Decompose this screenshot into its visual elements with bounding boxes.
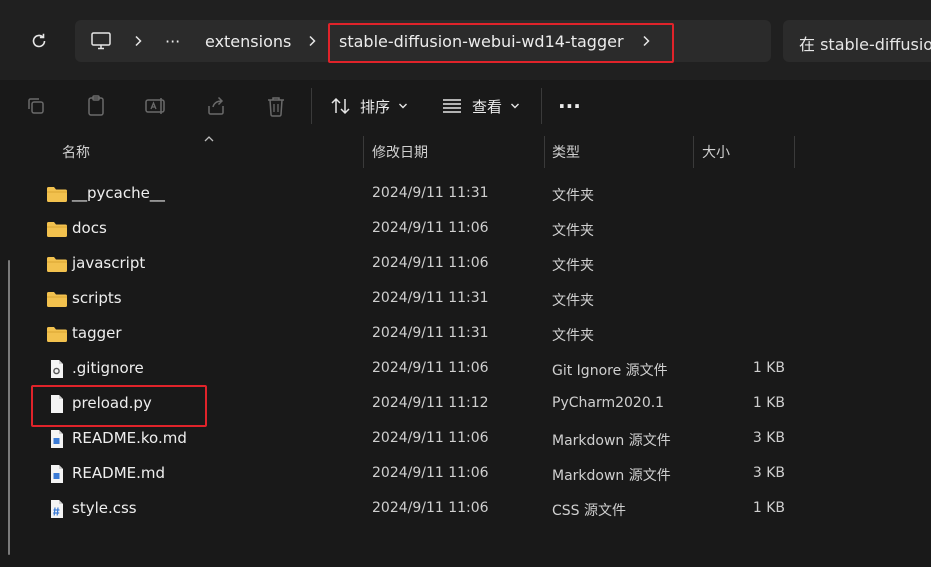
- file-row[interactable]: javascript 2024/9/11 11:06 文件夹: [0, 246, 931, 281]
- copy-icon: [28, 98, 44, 114]
- markdown-file-icon: [51, 465, 63, 483]
- file-row[interactable]: README.md 2024/9/11 11:06 Markdown 源文件 3…: [0, 456, 931, 491]
- sort-ascending-indicator-icon: [204, 136, 214, 142]
- file-row[interactable]: scripts 2024/9/11 11:31 文件夹: [0, 281, 931, 316]
- search-input[interactable]: 在 stable-diffusion-webui-wd14-tagger 中搜索: [783, 20, 931, 62]
- file-name: docs: [72, 219, 107, 237]
- rename-button[interactable]: [144, 94, 168, 118]
- view-button[interactable]: 查看: [442, 92, 520, 120]
- chevron-down-icon: [511, 103, 520, 109]
- command-bar: 排序 查看 ···: [0, 80, 931, 132]
- file-modified: 2024/9/11 11:06: [372, 430, 489, 446]
- breadcrumb-overflow[interactable]: ···: [165, 20, 180, 62]
- column-divider[interactable]: [693, 136, 694, 168]
- file-row[interactable]: docs 2024/9/11 11:06 文件夹: [0, 211, 931, 246]
- column-header-type[interactable]: 类型: [552, 134, 580, 170]
- file-type: 文件夹: [552, 328, 594, 344]
- file-name: README.md: [72, 464, 166, 482]
- file-size: 3 KB: [752, 465, 785, 481]
- file-modified: 2024/9/11 11:31: [372, 290, 489, 306]
- refresh-icon: [32, 33, 46, 48]
- file-modified: 2024/9/11 11:31: [372, 325, 489, 341]
- css-file-icon: [51, 500, 63, 518]
- search-placeholder: 在 stable-diffusion-webui-wd14-tagger 中搜索: [799, 35, 931, 54]
- file-type: CSS 源文件: [552, 503, 626, 519]
- file-size: 1 KB: [752, 395, 785, 411]
- column-header-size[interactable]: 大小: [702, 134, 730, 170]
- markdown-file-icon: [51, 430, 63, 448]
- chevron-right-icon: [307, 20, 317, 62]
- file-highlight-box: [31, 385, 207, 427]
- sort-icon: [331, 97, 350, 115]
- column-divider[interactable]: [794, 136, 795, 168]
- file-row[interactable]: .gitignore 2024/9/11 11:06 Git Ignore 源文…: [0, 351, 931, 386]
- delete-button[interactable]: [264, 94, 288, 118]
- toolbar-divider: [311, 88, 312, 124]
- file-name: style.css: [72, 499, 137, 517]
- file-row[interactable]: style.css 2024/9/11 11:06 CSS 源文件 1 KB: [0, 491, 931, 526]
- file-name: tagger: [72, 324, 122, 342]
- sort-button[interactable]: 排序: [330, 92, 408, 120]
- file-size: 1 KB: [752, 360, 785, 376]
- file-modified: 2024/9/11 11:06: [372, 220, 489, 236]
- file-name: javascript: [72, 254, 146, 272]
- file-row[interactable]: tagger 2024/9/11 11:31 文件夹: [0, 316, 931, 351]
- chevron-right-icon: [133, 20, 143, 62]
- file-modified: 2024/9/11 11:12: [372, 395, 489, 411]
- more-options-button[interactable]: ···: [558, 92, 581, 120]
- copy-button[interactable]: [24, 94, 48, 118]
- address-bar: ··· extensions stable-diffusion-webui-wd…: [0, 0, 931, 80]
- sort-label: 排序: [360, 97, 391, 116]
- share-button[interactable]: [204, 94, 228, 118]
- file-type: 文件夹: [552, 188, 594, 204]
- column-header-name[interactable]: 名称: [62, 134, 90, 170]
- file-row[interactable]: __pycache__ 2024/9/11 11:31 文件夹: [0, 176, 931, 211]
- file-type: 文件夹: [552, 293, 594, 309]
- folder-icon: [47, 327, 67, 342]
- file-type: 文件夹: [552, 258, 594, 274]
- paste-button[interactable]: [84, 94, 108, 118]
- refresh-button[interactable]: [22, 26, 56, 56]
- column-header-modified[interactable]: 修改日期: [372, 134, 428, 170]
- gitignore-file-icon: [51, 360, 63, 378]
- file-size: 3 KB: [752, 430, 785, 446]
- file-name: __pycache__: [72, 184, 165, 202]
- this-pc-crumb[interactable]: [91, 20, 111, 62]
- folder-icon: [47, 257, 67, 272]
- breadcrumb-extensions[interactable]: extensions: [205, 20, 291, 62]
- folder-icon: [47, 292, 67, 307]
- rename-icon: [145, 98, 165, 114]
- file-name: .gitignore: [72, 359, 144, 377]
- file-type: Git Ignore 源文件: [552, 363, 668, 379]
- share-icon: [208, 96, 224, 115]
- view-list-icon: [443, 99, 461, 113]
- trash-icon: [268, 97, 284, 117]
- chevron-down-icon: [399, 103, 408, 109]
- view-label: 查看: [472, 97, 503, 116]
- column-header-row: 名称 修改日期 类型 大小: [0, 134, 931, 170]
- file-modified: 2024/9/11 11:06: [372, 255, 489, 271]
- column-divider[interactable]: [544, 136, 545, 168]
- file-modified: 2024/9/11 11:31: [372, 185, 489, 201]
- monitor-icon: [91, 32, 111, 50]
- file-size: 1 KB: [752, 500, 785, 516]
- file-name: README.ko.md: [72, 429, 187, 447]
- clipboard-icon: [88, 95, 104, 116]
- column-divider[interactable]: [363, 136, 364, 168]
- file-type: Markdown 源文件: [552, 468, 671, 484]
- file-modified: 2024/9/11 11:06: [372, 500, 489, 516]
- file-type: Markdown 源文件: [552, 433, 671, 449]
- folder-icon: [47, 187, 67, 202]
- file-name: scripts: [72, 289, 122, 307]
- file-modified: 2024/9/11 11:06: [372, 360, 489, 376]
- file-type: 文件夹: [552, 223, 594, 239]
- breadcrumb-highlight-box: [328, 23, 674, 63]
- folder-icon: [47, 222, 67, 237]
- toolbar-divider: [541, 88, 542, 124]
- file-type: PyCharm2020.1: [552, 395, 665, 411]
- file-modified: 2024/9/11 11:06: [372, 465, 489, 481]
